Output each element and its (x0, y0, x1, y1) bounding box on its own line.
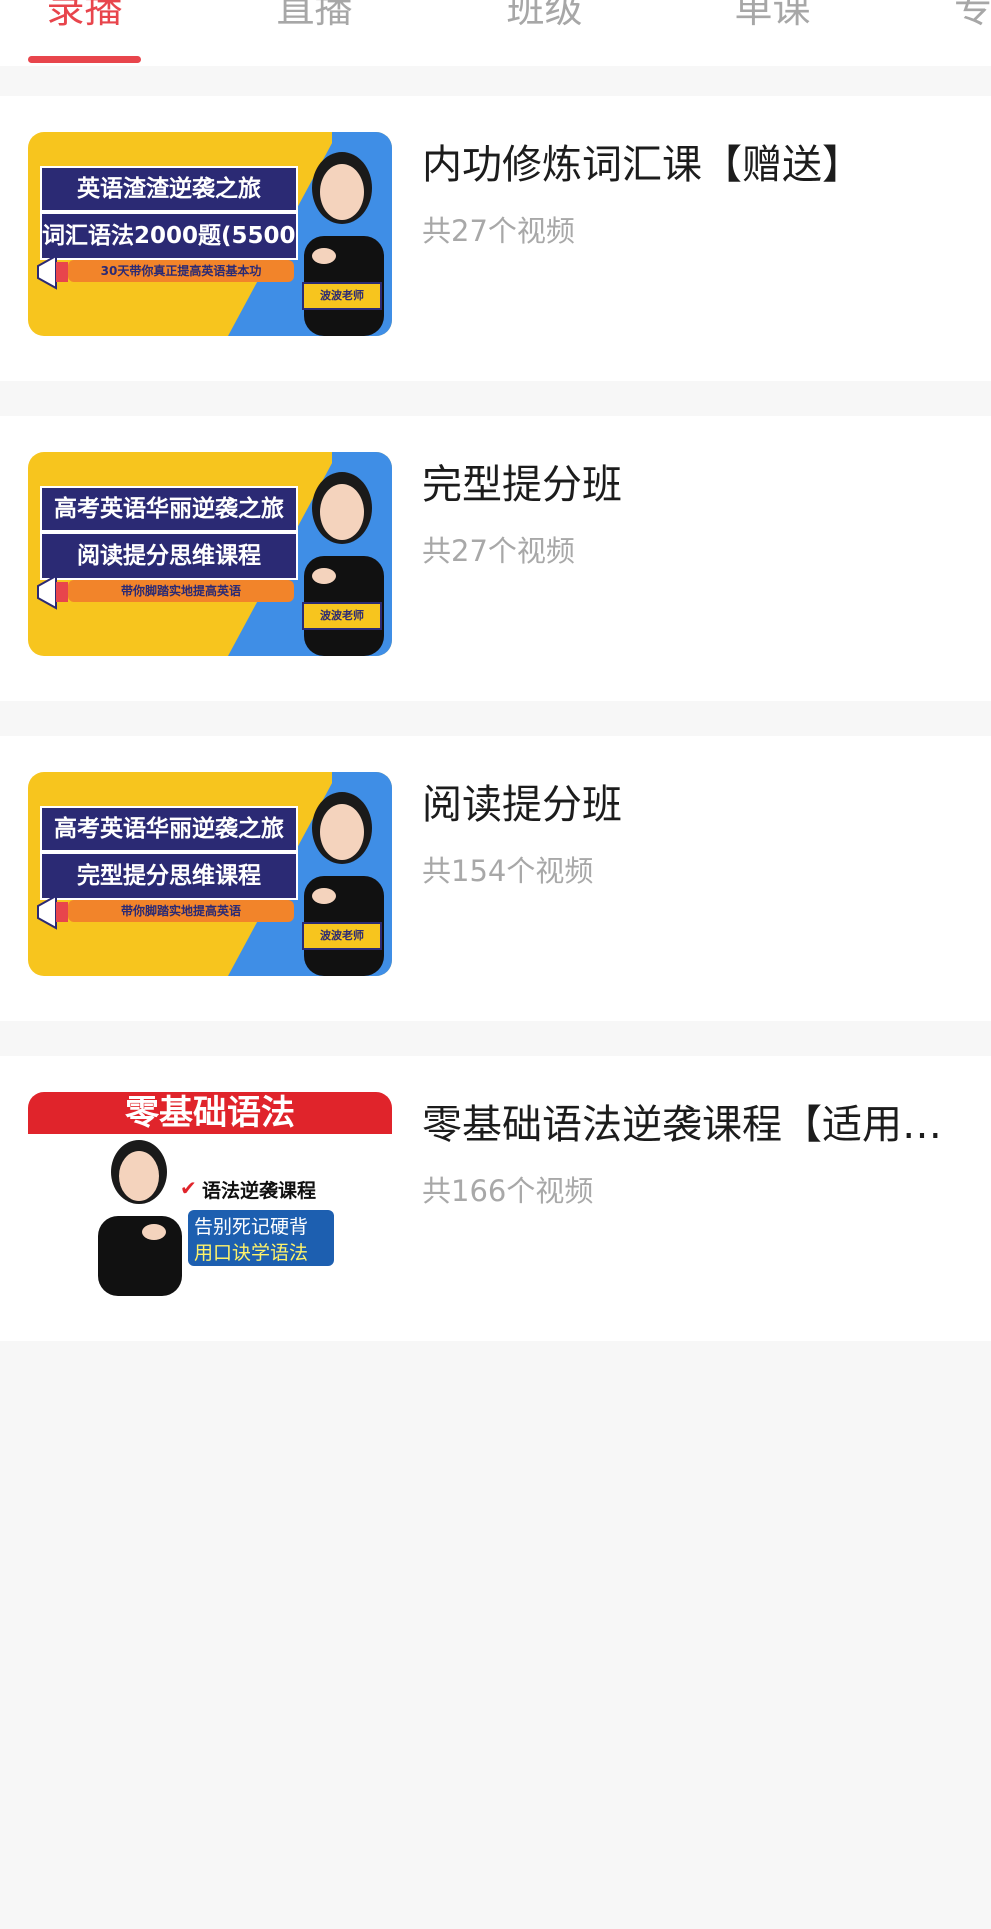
tab-live[interactable]: 直播 (258, 0, 371, 38)
course-item-grammar[interactable]: 零基础语法 ✔ 语法逆袭课程 告别死记硬背 用口诀学语法 零基础语法逆袭课程【适… (0, 1056, 991, 1341)
tab-class[interactable]: 班级 (488, 0, 601, 38)
course-title: 阅读提分班 (422, 782, 622, 828)
tab-recorded[interactable]: 录播 (28, 0, 141, 38)
course-thumbnail: 英语渣渣逆袭之旅 词汇语法2000题(5500词) 30天带你真正提高英语基本功… (28, 132, 392, 336)
megaphone-icon (37, 894, 68, 930)
teacher-tag: 波波老师 (302, 282, 382, 310)
active-tab-indicator (28, 56, 141, 63)
thumbnail-strip: 带你脚踏实地提高英语 (68, 580, 294, 602)
thumbnail-subheadline: 语法逆袭课程 (202, 1180, 317, 1202)
course-thumbnail: 零基础语法 ✔ 语法逆袭课程 告别死记硬背 用口诀学语法 (28, 1092, 392, 1296)
course-item-reading[interactable]: 高考英语华丽逆袭之旅 完型提分思维课程 带你脚踏实地提高英语 波波老师 阅读提分… (0, 736, 991, 1021)
tab-special[interactable]: 专 (954, 0, 991, 38)
course-video-count: 共27个视频 (422, 534, 575, 568)
top-tab-bar: 录播 直播 班级 单课 专 (0, 0, 991, 66)
course-title: 完型提分班 (422, 462, 622, 508)
teacher-tag: 波波老师 (302, 922, 382, 950)
course-video-count: 共27个视频 (422, 214, 575, 248)
thumbnail-headline: 英语渣渣逆袭之旅 (40, 166, 298, 212)
thumbnail-subheadline: 完型提分思维课程 (40, 852, 298, 900)
thumbnail-box-line2: 用口诀学语法 (194, 1242, 309, 1264)
course-thumbnail: 高考英语华丽逆袭之旅 完型提分思维课程 带你脚踏实地提高英语 波波老师 (28, 772, 392, 976)
tab-single-lesson[interactable]: 单课 (716, 0, 829, 38)
thumbnail-subheadline: 阅读提分思维课程 (40, 532, 298, 580)
thumbnail-subheadline: 词汇语法2000题(5500词) (40, 212, 298, 260)
teacher-portrait-icon (98, 1140, 182, 1296)
course-item-cloze[interactable]: 高考英语华丽逆袭之旅 阅读提分思维课程 带你脚踏实地提高英语 波波老师 完型提分… (0, 416, 991, 701)
thumbnail-headline: 高考英语华丽逆袭之旅 (40, 486, 298, 532)
course-item-vocabulary[interactable]: 英语渣渣逆袭之旅 词汇语法2000题(5500词) 30天带你真正提高英语基本功… (0, 96, 991, 381)
thumbnail-strip: 30天带你真正提高英语基本功 (68, 260, 294, 282)
megaphone-icon (37, 574, 68, 610)
course-title: 内功修炼词汇课【赠送】 (422, 142, 862, 188)
course-thumbnail: 高考英语华丽逆袭之旅 阅读提分思维课程 带你脚踏实地提高英语 波波老师 (28, 452, 392, 656)
thumbnail-strip: 带你脚踏实地提高英语 (68, 900, 294, 922)
thumbnail-headline: 零基础语法 (125, 1093, 295, 1133)
check-icon: ✔ (180, 1176, 197, 1200)
course-video-count: 共154个视频 (422, 854, 594, 888)
megaphone-icon (37, 254, 68, 290)
course-video-count: 共166个视频 (422, 1174, 594, 1208)
teacher-tag: 波波老师 (302, 602, 382, 630)
thumbnail-headline: 高考英语华丽逆袭之旅 (40, 806, 298, 852)
thumbnail-box-line1: 告别死记硬背 (194, 1216, 309, 1238)
course-title: 零基础语法逆袭课程【适用… (422, 1102, 942, 1148)
